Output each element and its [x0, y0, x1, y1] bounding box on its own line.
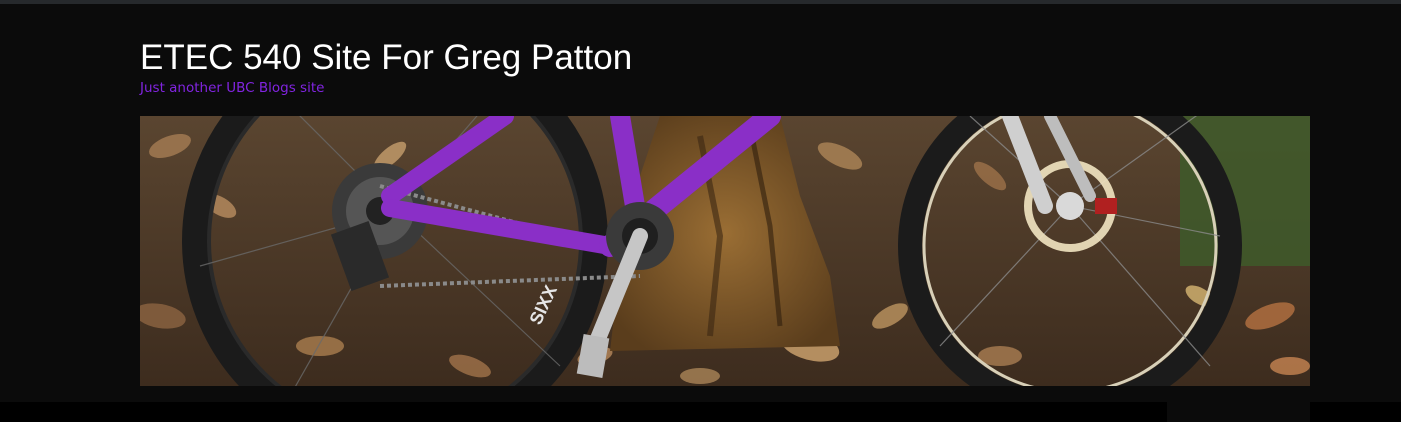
site-tagline: Just another UBC Blogs site [140, 80, 325, 96]
site-header: ETEC 540 Site For Greg Patton Just anoth… [0, 4, 1401, 402]
nav-search-area [1167, 402, 1310, 422]
bike-photo: SIXX [140, 116, 1310, 386]
site-title-link[interactable]: ETEC 540 Site For Greg Patton [140, 38, 632, 78]
header-banner-image[interactable]: SIXX [140, 116, 1310, 386]
